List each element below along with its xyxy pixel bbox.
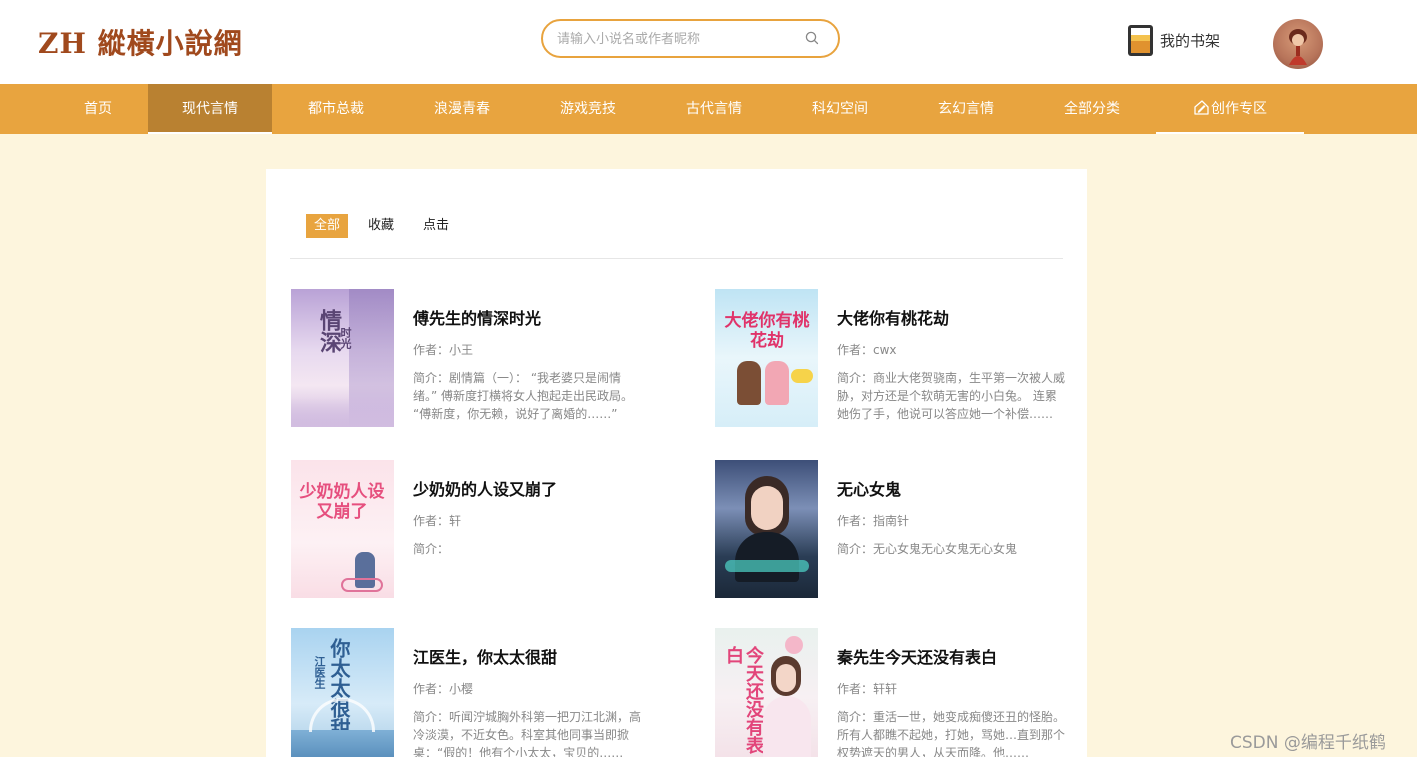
main-nav: 首页 现代言情 都市总裁 浪漫青春 游戏竞技 古代言情 科幻空间 玄幻言情 全部… xyxy=(0,84,1417,134)
book-card[interactable]: 大佬你有桃花劫 大佬你有桃花劫 作者：cwx 简介：商业大佬贺骁南，生平第一次被… xyxy=(715,289,1065,429)
book-intro: 简介： xyxy=(413,542,450,556)
bookshelf-icon xyxy=(1128,24,1153,56)
search-input[interactable] xyxy=(557,29,797,49)
filter-favorites[interactable]: 收藏 xyxy=(360,214,402,238)
book-card[interactable]: 少奶奶人设又崩了 少奶奶的人设又崩了 作者：轩 简介： xyxy=(291,460,641,600)
book-author: 作者：小樱 xyxy=(413,682,474,696)
nav-item-fantasy-romance[interactable]: 玄幻言情 xyxy=(904,84,1028,134)
nav-item-all-categories[interactable]: 全部分类 xyxy=(1030,84,1154,134)
cover-subtitle: 江医生 xyxy=(313,656,326,689)
cover-title: 今天还没有表白 xyxy=(723,646,764,754)
bookshelf-link[interactable]: 我的书架 xyxy=(1127,23,1220,57)
nav-item-urban-ceo[interactable]: 都市总裁 xyxy=(274,84,398,134)
pen-icon xyxy=(1194,100,1209,115)
book-cover[interactable] xyxy=(715,460,818,598)
avatar-image xyxy=(1289,29,1307,65)
book-cover[interactable]: 今天还没有表白 xyxy=(715,628,818,757)
book-title[interactable]: 少奶奶的人设又崩了 xyxy=(413,476,557,500)
search-box[interactable] xyxy=(541,19,840,58)
book-intro: 简介：商业大佬贺骁南，生平第一次被人威胁，对方还是个软萌无害的小白兔。 连累她伤… xyxy=(837,371,1065,421)
book-author: 作者：轩轩 xyxy=(837,682,898,696)
book-cover[interactable]: 少奶奶人设又崩了 xyxy=(291,460,394,598)
book-card[interactable]: 无心女鬼 作者：指南针 简介：无心女鬼无心女鬼无心女鬼 xyxy=(715,460,1065,600)
nav-item-creator-zone-label: 创作专区 xyxy=(1211,101,1267,117)
book-card[interactable]: 情深 时光 傅先生的情深时光 作者：小王 简介：剧情篇（一）： “我老婆只是闹情… xyxy=(291,289,641,429)
cover-title: 少奶奶人设又崩了 xyxy=(299,482,385,522)
book-card[interactable]: 你太太很甜 江医生 江医生，你太太很甜 作者：小樱 简介：听闻泞城胸外科第一把刀… xyxy=(291,628,641,757)
nav-item-creator-zone[interactable]: 创作专区 xyxy=(1156,84,1304,134)
book-author: 作者：小王 xyxy=(413,343,474,357)
cover-title: 大佬你有桃花劫 xyxy=(724,311,810,351)
user-avatar[interactable] xyxy=(1273,19,1323,69)
bookshelf-label: 我的书架 xyxy=(1160,31,1221,50)
book-author: 作者：指南针 xyxy=(837,514,910,528)
book-title[interactable]: 大佬你有桃花劫 xyxy=(837,305,949,329)
book-intro: 简介：听闻泞城胸外科第一把刀江北渊，高冷淡漠，不近女色。科室其他同事当即掀桌：“… xyxy=(413,710,641,757)
book-intro: 简介：重活一世，她变成痴傻还丑的怪胎。所有人都瞧不起她，打她，骂她…直到那个权势… xyxy=(837,710,1065,757)
search-icon[interactable] xyxy=(805,31,819,45)
book-title[interactable]: 傅先生的情深时光 xyxy=(413,305,541,329)
book-card[interactable]: 今天还没有表白 秦先生今天还没有表白 作者：轩轩 简介：重活一世，她变成痴傻还丑… xyxy=(715,628,1065,757)
filter-divider xyxy=(290,258,1063,259)
nav-item-ancient-romance[interactable]: 古代言情 xyxy=(652,84,776,134)
book-list-panel: 全部 收藏 点击 情深 时光 傅先生的情深时光 作者：小王 简介：剧情篇（一）：… xyxy=(266,169,1087,757)
nav-item-home[interactable]: 首页 xyxy=(48,84,148,134)
filter-all[interactable]: 全部 xyxy=(306,214,349,238)
nav-item-modern-romance[interactable]: 现代言情 xyxy=(148,84,272,134)
book-title[interactable]: 无心女鬼 xyxy=(837,476,901,500)
book-author: 作者：轩 xyxy=(413,514,462,528)
book-title[interactable]: 江医生，你太太很甜 xyxy=(413,644,557,668)
book-author: 作者：cwx xyxy=(837,343,897,357)
book-intro: 简介：无心女鬼无心女鬼无心女鬼 xyxy=(837,542,1018,556)
header: ZH 縱橫小說網 我的书架 xyxy=(0,0,1417,84)
book-title[interactable]: 秦先生今天还没有表白 xyxy=(837,644,997,668)
nav-item-scifi[interactable]: 科幻空间 xyxy=(778,84,902,134)
book-cover[interactable]: 你太太很甜 江医生 xyxy=(291,628,394,757)
book-cover[interactable]: 情深 时光 xyxy=(291,289,394,427)
book-intro: 简介：剧情篇（一）： “我老婆只是闹情绪。” 傅新度打横将女人抱起走出民政局。 … xyxy=(413,371,634,421)
nav-item-romantic-youth[interactable]: 浪漫青春 xyxy=(400,84,524,134)
cover-subtitle: 时光 xyxy=(339,327,352,349)
watermark: CSDN @编程千纸鹤 xyxy=(1230,733,1386,753)
filter-clicks[interactable]: 点击 xyxy=(415,214,457,238)
site-logo[interactable]: ZH 縱橫小說網 xyxy=(38,22,243,62)
nav-item-gaming[interactable]: 游戏竞技 xyxy=(526,84,650,134)
book-cover[interactable]: 大佬你有桃花劫 xyxy=(715,289,818,427)
